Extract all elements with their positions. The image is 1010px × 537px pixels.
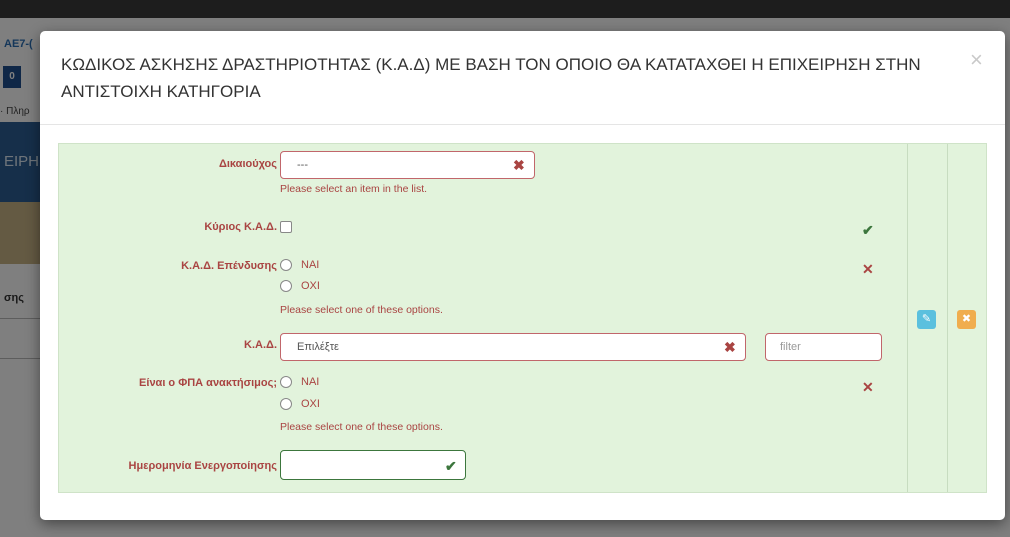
kad-modal: ΚΩΔΙΚΟΣ ΑΣΚΗΣΗΣ ΔΡΑΣΤΗΡΙΟΤΗΤΑΣ (Κ.Α.Δ) Μ…	[40, 31, 1005, 520]
radio-button[interactable]	[280, 376, 292, 388]
activation-date-label: Ημερομηνία Ενεργοποίησης	[128, 460, 277, 472]
clear-icon[interactable]: ✖	[724, 340, 736, 354]
kad-label: Κ.Α.Δ.	[244, 339, 277, 351]
kad-form-panel: Δικαιούχος --- ✖ Please select an item i…	[58, 143, 987, 493]
option-label: ΝΑΙ	[301, 376, 320, 388]
option-label: ΟΧΙ	[301, 280, 320, 292]
column-divider	[947, 144, 948, 492]
radio-button[interactable]	[280, 398, 292, 410]
vat-option-no[interactable]: ΟΧΙ	[280, 398, 320, 410]
invalid-icon: ✕	[862, 379, 874, 395]
modal-title: ΚΩΔΙΚΟΣ ΑΣΚΗΣΗΣ ΔΡΑΣΤΗΡΙΟΤΗΤΑΣ (Κ.Α.Δ) Μ…	[61, 55, 921, 101]
close-icon[interactable]: ×	[970, 49, 983, 71]
invalid-icon: ✕	[862, 261, 874, 277]
kad-select[interactable]: Επιλέξτε ✖	[280, 333, 746, 361]
investment-kad-help: Please select one of these options.	[280, 304, 443, 316]
cancel-button[interactable]: ✖	[957, 310, 976, 329]
main-kad-checkbox[interactable]	[280, 221, 292, 233]
beneficiary-label: Δικαιούχος	[218, 158, 277, 170]
valid-icon: ✔	[862, 222, 874, 238]
kad-filter-input[interactable]: filter	[765, 333, 882, 361]
filter-placeholder: filter	[780, 341, 801, 353]
vat-recoverable-help: Please select one of these options.	[280, 421, 443, 433]
vat-recoverable-label: Είναι ο ΦΠΑ ανακτήσιμος;	[139, 377, 277, 389]
investment-kad-option-no[interactable]: ΟΧΙ	[280, 280, 320, 292]
investment-kad-option-yes[interactable]: ΝΑΙ	[280, 259, 319, 271]
column-divider	[907, 144, 908, 492]
option-label: ΟΧΙ	[301, 398, 320, 410]
kad-value: Επιλέξτε	[297, 341, 339, 353]
vat-option-yes[interactable]: ΝΑΙ	[280, 376, 319, 388]
beneficiary-select[interactable]: --- ✖	[280, 151, 535, 179]
radio-button[interactable]	[280, 259, 292, 271]
modal-header: ΚΩΔΙΚΟΣ ΑΣΚΗΣΗΣ ΔΡΑΣΤΗΡΙΟΤΗΤΑΣ (Κ.Α.Δ) Μ…	[40, 31, 1005, 125]
beneficiary-value: ---	[297, 159, 308, 171]
edit-check-icon: ✎	[921, 313, 932, 325]
close-icon: ✖	[961, 313, 972, 325]
clear-icon[interactable]: ✖	[513, 158, 525, 172]
option-label: ΝΑΙ	[301, 259, 320, 271]
save-button[interactable]: ✎	[917, 310, 936, 329]
activation-date-input[interactable]: ✔	[280, 450, 466, 480]
beneficiary-help: Please select an item in the list.	[280, 183, 428, 195]
radio-button[interactable]	[280, 280, 292, 292]
investment-kad-label: Κ.Α.Δ. Επένδυσης	[181, 260, 277, 272]
main-kad-label: Κύριος Κ.Α.Δ.	[204, 221, 277, 233]
valid-icon: ✔	[445, 458, 457, 474]
